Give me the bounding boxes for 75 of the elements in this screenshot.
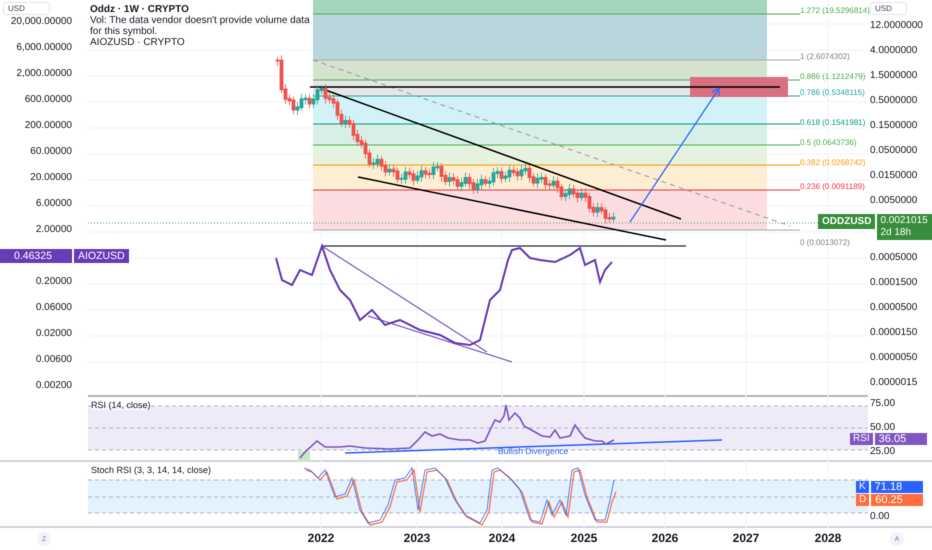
rsi-axis-label: 50.00 [870,421,896,434]
trend-line[interactable] [368,315,512,363]
price-axis-label: 0.0000500 [870,301,918,315]
fib-level-label: 1.272 (19.5296814) [800,6,870,15]
price-axis-label: 0.00200 [36,379,72,393]
time-axis-label: 2023 [402,531,432,545]
fib-level-label: 0.382 (0.0268742) [800,158,866,167]
indicator-title[interactable]: Stoch RSI (3, 3, 14, 14, close) [91,465,212,475]
currency-selector[interactable]: USD [3,2,50,15]
price-axis-label: 12.0000000 [870,19,923,33]
price-axis-label: 0.0000050 [870,351,918,365]
price-axis-label: 20.00000 [30,171,72,185]
divergence-annotation[interactable]: Bullish Divergence [498,446,568,456]
rsi-value: 36.05 [874,433,927,445]
trend-line[interactable] [358,176,666,241]
fibonacci-retracement-drawing[interactable] [312,0,800,230]
price-axis-label: 20,000.00000 [10,15,72,29]
price-axis-label: 6.00000 [36,197,72,211]
target-box[interactable] [690,77,788,97]
symbol-label: ODDZUSD [818,214,876,229]
trend-line[interactable] [320,87,682,220]
price-axis-label: 0.00600 [36,353,72,367]
stoch-axis-label: 0.00 [870,510,890,524]
fib-level-label: 0.5 (0.0643736) [800,138,856,147]
price-axis-label: 2,000.00000 [16,67,72,81]
fib-level-label: 0.618 (0.1541981) [800,118,866,127]
stoch-value: 71.18 [870,481,923,493]
time-axis-label: 2027 [732,531,760,545]
price-axis-label: 0.0000150 [870,326,918,340]
horizontal-line[interactable] [310,86,780,88]
price-axis-label: 0.0150000 [870,169,918,183]
compare-symbol[interactable]: AIOZUSD · CRYPTO [90,37,310,48]
price-axis-label: 4.0000000 [870,44,918,58]
time-axis-label: 2022 [306,531,336,545]
rsi-axis-label: 75.00 [870,397,896,411]
stoch-value: 60.25 [871,494,924,506]
time-axis-label: 2028 [814,531,842,545]
volume-note: Vol: The data vendor doesn't provide volume data for this symbol. [90,15,310,37]
price-axis-label: 0.0000015 [870,376,918,390]
price-axis-label: 2.00000 [36,223,72,237]
price-label: 0.0021015 2d 18h [877,214,932,240]
symbol-title[interactable]: Oddz · 1W · CRYPTO [90,4,310,15]
price-axis-label: 0.20000 [36,275,72,289]
fib-level-label: 0.886 (1.1212479) [800,72,866,81]
time-axis-label: 2024 [488,531,516,545]
fib-level-label: 0 (0.0013072) [800,238,850,247]
currency-selector[interactable]: USD [870,2,907,15]
price-axis-label: 0.1500000 [870,119,918,133]
price-axis-label: 0.02000 [36,327,72,341]
price-axis-label: 0.5000000 [870,94,918,108]
dashed-trend-line[interactable] [312,60,790,226]
projection-arrow[interactable] [630,86,720,222]
rsi-axis-label: 25.00 [870,445,896,459]
price-axis-label: 200.00000 [24,119,72,133]
price-label: 0.46325 AIOZUSD [0,249,148,263]
rsi-badge-name: RSI [850,433,873,445]
fib-level-label: 0.786 (0.5348115) [800,88,865,97]
fib-level-label: 0.236 (0.0091189) [800,182,865,191]
time-axis-label: 2025 [570,531,598,545]
price-axis-label: 6,000.00000 [16,41,72,55]
price-axis-label: 0.0050000 [870,194,918,208]
stoch-badge-name: D [856,494,870,506]
price-axis-label: 0.0001500 [870,276,918,290]
price-axis-label: 60.00000 [30,145,72,159]
price-axis-label: 600.00000 [24,93,72,107]
price-axis-label: 0.06000 [36,301,72,315]
divergence-line[interactable] [344,439,722,454]
trend-line[interactable] [322,246,488,352]
stoch-badge-name: K [856,481,869,493]
price-axis-label: 0.0005000 [870,251,918,265]
fib-level-label: 1 (2.6074302) [800,52,850,61]
time-axis-label: 2026 [650,531,680,545]
price-axis-label: 0.0500000 [870,144,918,158]
indicator-title[interactable]: RSI (14, close) [91,400,151,410]
price-axis-label: 1.5000000 [870,69,918,83]
